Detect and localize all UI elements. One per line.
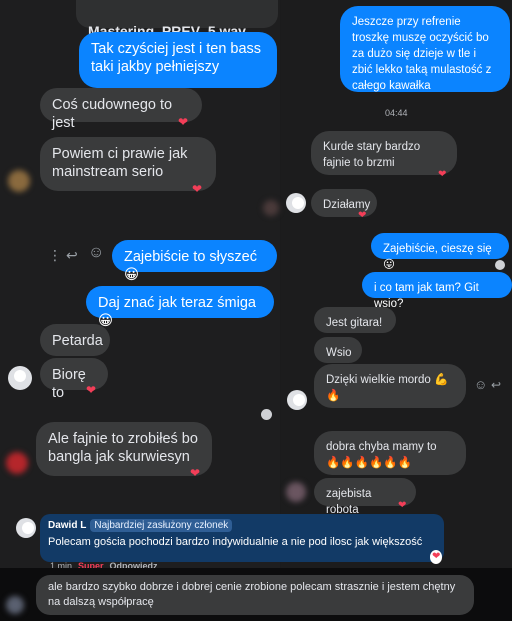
heart-reaction-icon: ❤: [438, 169, 447, 180]
seen-indicator: [261, 409, 272, 420]
heart-reaction-icon: ❤: [190, 466, 201, 480]
comment-card[interactable]: Dawid L Najbardziej zasłużony członek Pol…: [40, 514, 444, 562]
comment-author[interactable]: Dawid L: [48, 520, 86, 531]
message-outgoing[interactable]: Daj znać jak teraz śmiga 😀: [86, 286, 274, 329]
avatar: [286, 193, 306, 213]
message-incoming[interactable]: Ale fajnie to zrobiłeś bo bangla jak sku…: [36, 422, 212, 476]
message-incoming[interactable]: Dzięki wielkie mordo 💪 🔥: [314, 364, 466, 408]
message-incoming[interactable]: Wsio: [314, 337, 362, 363]
message-outgoing[interactable]: Jeszcze przy refrenie troszkę muszę oczy…: [340, 6, 510, 92]
timestamp: 04:44: [385, 108, 408, 118]
heart-reaction-icon: ❤: [178, 115, 189, 129]
commenter-avatar: [16, 518, 36, 538]
message-incoming[interactable]: dobra chyba mamy to 🔥🔥🔥🔥🔥🔥: [314, 431, 466, 475]
avatar: [287, 390, 307, 410]
message-incoming[interactable]: Petarda: [40, 324, 110, 356]
message-incoming[interactable]: Jest gitara!: [314, 307, 396, 333]
more-options-icon[interactable]: ⋮: [48, 248, 62, 262]
avatar: [8, 366, 32, 390]
reply-icon[interactable]: ↩: [66, 248, 78, 262]
avatar: [8, 170, 30, 192]
heart-reaction-icon: ❤: [86, 383, 97, 397]
message-incoming[interactable]: Działamy: [311, 189, 377, 217]
message-outgoing[interactable]: Zajebiście to słyszeć 😀: [112, 240, 277, 283]
right-chat-panel: Jeszcze przy refrenie troszkę muszę oczy…: [261, 0, 512, 568]
react-smile-icon[interactable]: ☺: [88, 245, 104, 261]
heart-reaction-icon: ❤: [358, 210, 367, 221]
avatar: [286, 482, 306, 502]
message-outgoing[interactable]: Zajebiście, cieszę się 😛: [371, 233, 509, 271]
avatar: [6, 452, 28, 474]
react-smile-icon[interactable]: ☺: [474, 378, 487, 392]
comment-text: Polecam gościa pochodzi bardzo indywidua…: [48, 536, 423, 548]
reply-comment[interactable]: ale bardzo szybko dobrze i dobrej cenie …: [36, 575, 474, 615]
file-attachment[interactable]: Mastering_PREV_5.wav: [76, 0, 278, 39]
left-chat-panel: Mastering_PREV_5.wav Tak czyściej jest i…: [0, 0, 280, 568]
message-incoming[interactable]: Kurde stary bardzo fajnie to brzmi: [311, 131, 457, 175]
message-incoming[interactable]: Biorę to: [40, 358, 108, 401]
heart-reaction-icon: ❤: [398, 500, 407, 511]
message-outgoing[interactable]: Tak czyściej jest i ten bass taki jakby …: [79, 32, 277, 88]
reply-icon[interactable]: ↩: [491, 378, 501, 392]
heart-reaction-icon: ❤: [192, 182, 203, 196]
member-badge: Najbardziej zasłużony członek: [90, 519, 233, 532]
avatar: [263, 200, 279, 216]
seen-indicator: [495, 260, 505, 270]
message-outgoing[interactable]: i co tam jak tam? Git wsio?: [362, 272, 512, 310]
message-incoming[interactable]: Powiem ci prawie jak mainstream serio: [40, 137, 216, 191]
comment-header: Dawid L Najbardziej zasłużony członek: [48, 519, 436, 532]
reply-avatar: [6, 596, 24, 614]
